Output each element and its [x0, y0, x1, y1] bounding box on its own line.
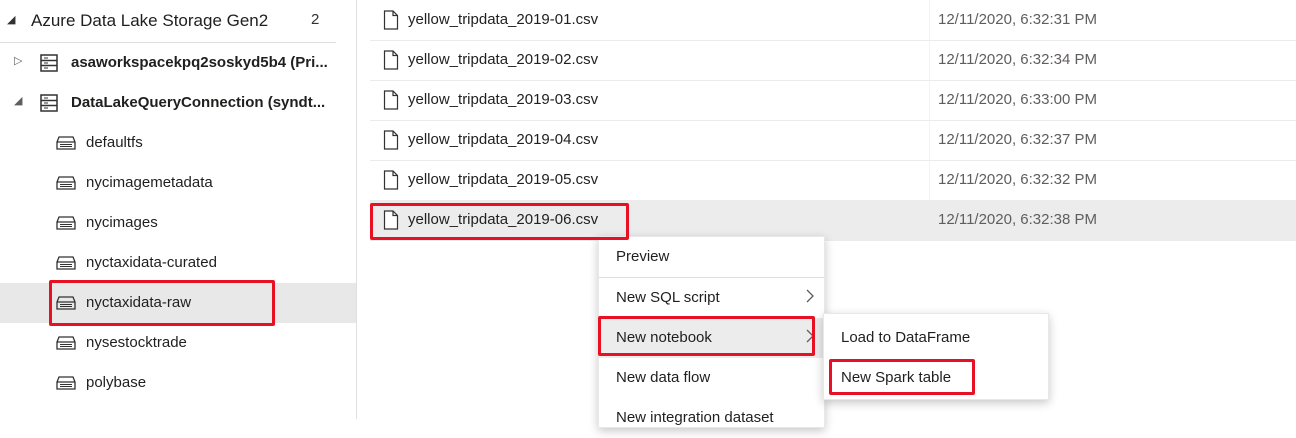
file-row[interactable]: yellow_tripdata_2019-01.csv 12/11/2020, … — [370, 0, 1296, 41]
menu-item-new-notebook[interactable]: New notebook — [599, 318, 824, 358]
container-icon — [56, 256, 76, 270]
file-modified-date: 12/11/2020, 6:32:31 PM — [938, 11, 1098, 28]
storage-account-icon — [40, 54, 58, 72]
file-icon — [383, 10, 399, 30]
tree-item-container[interactable]: nysestocktrade — [0, 323, 356, 363]
file-icon — [383, 50, 399, 70]
menu-item-load-to-dataframe[interactable]: Load to DataFrame — [824, 318, 1048, 358]
menu-item-new-data-flow[interactable]: New data flow — [599, 358, 824, 398]
tree-item-label: nyctaxidata-curated — [86, 254, 217, 271]
file-icon — [383, 130, 399, 150]
file-icon — [383, 210, 399, 230]
notebook-submenu: Load to DataFrame New Spark table — [823, 313, 1049, 400]
context-menu: Preview New SQL script New notebook New … — [598, 236, 825, 428]
menu-item-label: Preview — [616, 248, 670, 265]
section-count-badge: 2 — [311, 11, 320, 28]
tree-item-label: nysestocktrade — [86, 334, 187, 351]
file-name: yellow_tripdata_2019-03.csv — [408, 91, 599, 108]
tree-item-container[interactable]: defaultfs — [0, 123, 356, 163]
file-row-selected[interactable]: yellow_tripdata_2019-06.csv 12/11/2020, … — [370, 200, 1296, 241]
adls-gen2-section-header[interactable]: ◢ Azure Data Lake Storage Gen2 2 — [0, 0, 336, 43]
file-name: yellow_tripdata_2019-04.csv — [408, 131, 599, 148]
file-name: yellow_tripdata_2019-01.csv — [408, 11, 599, 28]
tree-item-label: defaultfs — [86, 134, 143, 151]
tree-item-container[interactable]: nycimages — [0, 203, 356, 243]
menu-item-label: New SQL script — [616, 289, 720, 306]
container-icon — [56, 336, 76, 350]
tree-item-label: asaworkspacekpq2soskyd5b4 (Pri... — [71, 54, 328, 71]
file-modified-date: 12/11/2020, 6:32:32 PM — [938, 171, 1098, 188]
tree-item-label: nycimages — [86, 214, 158, 231]
menu-item-label: New notebook — [616, 329, 712, 346]
file-name: yellow_tripdata_2019-05.csv — [408, 171, 599, 188]
storage-account-icon — [40, 94, 58, 112]
file-row[interactable]: yellow_tripdata_2019-03.csv 12/11/2020, … — [370, 80, 1296, 121]
file-row[interactable]: yellow_tripdata_2019-05.csv 12/11/2020, … — [370, 160, 1296, 201]
file-icon — [383, 170, 399, 190]
file-row[interactable]: yellow_tripdata_2019-02.csv 12/11/2020, … — [370, 40, 1296, 81]
tree-item-container[interactable]: nycimagemetadata — [0, 163, 356, 203]
container-icon — [56, 216, 76, 230]
tree-item-storage-account[interactable]: ◢ DataLakeQueryConnection (syndt... — [0, 83, 356, 123]
tree-item-container-selected[interactable]: nyctaxidata-raw — [0, 283, 356, 323]
menu-item-label: New Spark table — [841, 369, 952, 386]
container-icon — [56, 176, 76, 190]
caret-down-icon[interactable]: ◢ — [7, 13, 15, 26]
file-modified-date: 12/11/2020, 6:32:37 PM — [938, 131, 1098, 148]
tree-item-label: nyctaxidata-raw — [86, 294, 192, 311]
file-name: yellow_tripdata_2019-02.csv — [408, 51, 599, 68]
file-name: yellow_tripdata_2019-06.csv — [408, 211, 599, 228]
menu-item-label: New data flow — [616, 369, 711, 386]
tree-item-container[interactable]: polybase — [0, 363, 356, 403]
container-icon — [56, 136, 76, 150]
file-row[interactable]: yellow_tripdata_2019-04.csv 12/11/2020, … — [370, 120, 1296, 161]
container-icon — [56, 296, 76, 310]
menu-item-label: New integration dataset — [616, 409, 774, 426]
tree-item-storage-account[interactable]: ▷ asaworkspacekpq2soskyd5b4 (Pri... — [0, 43, 356, 83]
menu-item-new-spark-table[interactable]: New Spark table — [824, 358, 1048, 398]
tree-item-label: DataLakeQueryConnection (syndt... — [71, 94, 326, 111]
file-modified-date: 12/11/2020, 6:32:34 PM — [938, 51, 1098, 68]
menu-item-new-integration-dataset[interactable]: New integration dataset — [599, 398, 824, 438]
file-icon — [383, 90, 399, 110]
chevron-right-icon — [806, 289, 814, 303]
chevron-right-icon[interactable]: ▷ — [14, 54, 22, 67]
menu-item-new-sql-script[interactable]: New SQL script — [599, 278, 824, 318]
container-icon — [56, 376, 76, 390]
menu-item-label: Load to DataFrame — [841, 329, 971, 346]
section-title: Azure Data Lake Storage Gen2 — [31, 11, 269, 30]
chevron-right-icon — [806, 329, 814, 343]
file-modified-date: 12/11/2020, 6:33:00 PM — [938, 91, 1098, 108]
tree-item-label: polybase — [86, 374, 147, 391]
data-explorer-panel: ◢ Azure Data Lake Storage Gen2 2 ▷ asawo… — [0, 0, 357, 419]
caret-down-icon[interactable]: ◢ — [14, 94, 22, 107]
tree-item-container[interactable]: nyctaxidata-curated — [0, 243, 356, 283]
file-modified-date: 12/11/2020, 6:32:38 PM — [938, 211, 1098, 228]
tree-item-label: nycimagemetadata — [86, 174, 213, 191]
menu-item-preview[interactable]: Preview — [599, 237, 824, 277]
